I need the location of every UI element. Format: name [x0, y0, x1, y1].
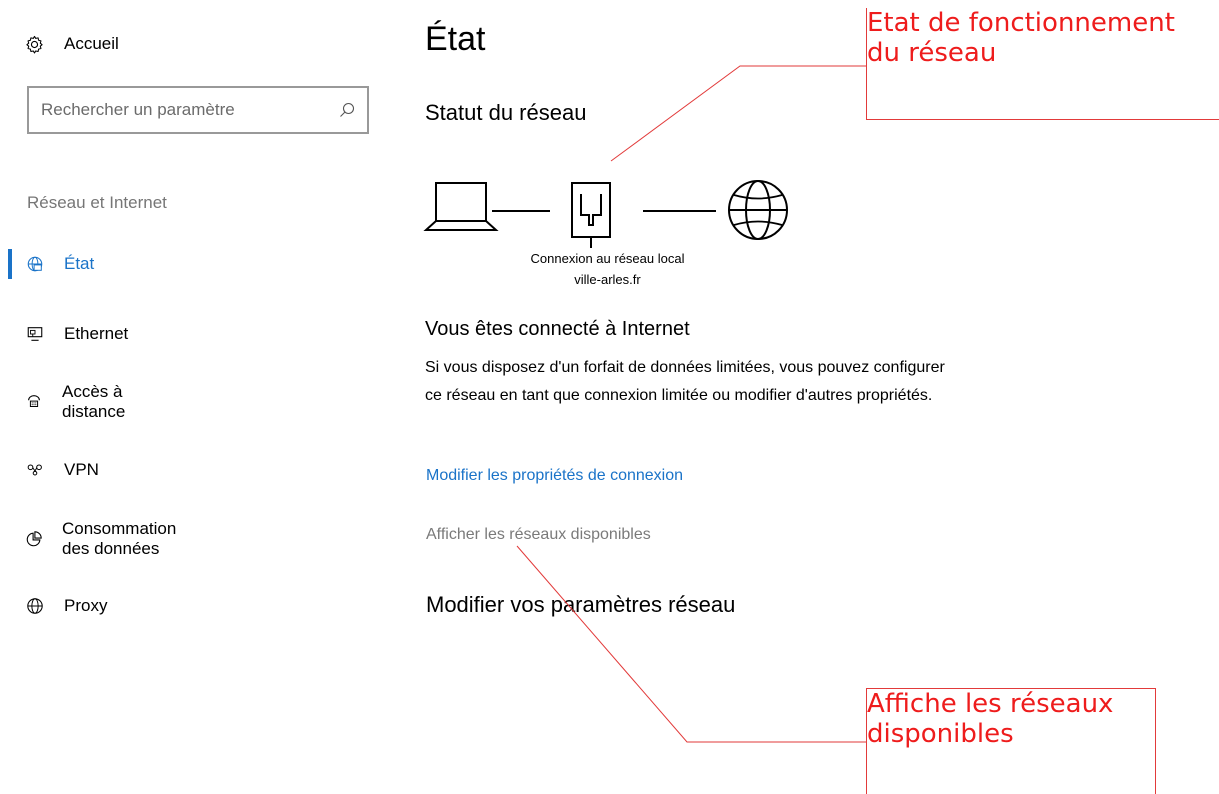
sidebar-item-label: Ethernet: [64, 324, 129, 343]
settings-window: Accueil Réseau et Internet État Ethernet: [0, 0, 1219, 794]
ethernet-icon: [25, 324, 45, 344]
sidebar-item-ethernet[interactable]: Ethernet: [25, 319, 128, 349]
sidebar-item-label: VPN: [64, 460, 99, 479]
sidebar-item-proxy[interactable]: Proxy: [25, 591, 107, 621]
annotation-callout-networks: Affiche les réseaux disponibles: [866, 688, 1156, 794]
sidebar-item-vpn[interactable]: VPN: [25, 455, 99, 485]
connection-domain: ville-arles.fr: [574, 272, 641, 287]
sidebar-item-label: Consommation des données: [62, 519, 177, 558]
search-icon[interactable]: [339, 102, 355, 118]
search-input[interactable]: [39, 99, 339, 121]
network-status-icon: [25, 254, 45, 274]
vpn-icon: [25, 460, 45, 480]
network-status-heading: Statut du réseau: [425, 100, 587, 125]
sidebar-item-label: Proxy: [64, 596, 108, 615]
home-label: Accueil: [64, 34, 119, 53]
dialup-icon: [25, 392, 43, 412]
network-diagram: [423, 180, 788, 248]
leader-line-networks: [516, 545, 866, 743]
sidebar-item-label: Accès à distance: [62, 382, 126, 421]
annotation-text: Etat de fonctionnement du réseau: [867, 8, 1175, 68]
leader-line-status: [610, 65, 866, 162]
section-label: Réseau et Internet: [27, 193, 167, 212]
laptop-icon: [423, 182, 499, 231]
sidebar-item-acces-distance[interactable]: Accès à distance: [25, 382, 127, 421]
sidebar-item-label: État: [64, 254, 95, 273]
home-link[interactable]: Accueil: [25, 30, 119, 58]
gear-icon: [26, 35, 43, 53]
annotation-callout-status: Etat de fonctionnement du réseau: [866, 8, 1219, 120]
annotation-text: Affiche les réseaux disponibles: [867, 689, 1114, 749]
connection-description: Si vous disposez d'un forfait de données…: [425, 359, 945, 404]
ethernet-port-icon: [571, 182, 611, 248]
search-box[interactable]: [27, 86, 369, 134]
show-available-networks-link[interactable]: Afficher les réseaux disponibles: [426, 526, 651, 544]
change-connection-properties-link[interactable]: Modifier les propriétés de connexion: [426, 467, 683, 485]
connected-status-title: Vous êtes connecté à Internet: [425, 318, 690, 340]
data-usage-icon: [25, 529, 43, 549]
page-title: État: [425, 20, 486, 58]
connection-info: Connexion au réseau local ville-arles.fr: [500, 248, 715, 290]
internet-globe-icon: [728, 180, 788, 240]
connection-name: Connexion au réseau local: [530, 251, 685, 266]
sidebar-item-etat[interactable]: État: [25, 249, 94, 279]
active-indicator: [8, 249, 12, 279]
sidebar-item-consommation[interactable]: Consommation des données: [25, 519, 178, 558]
globe-icon: [25, 596, 45, 616]
change-network-settings-heading: Modifier vos paramètres réseau: [426, 592, 736, 617]
